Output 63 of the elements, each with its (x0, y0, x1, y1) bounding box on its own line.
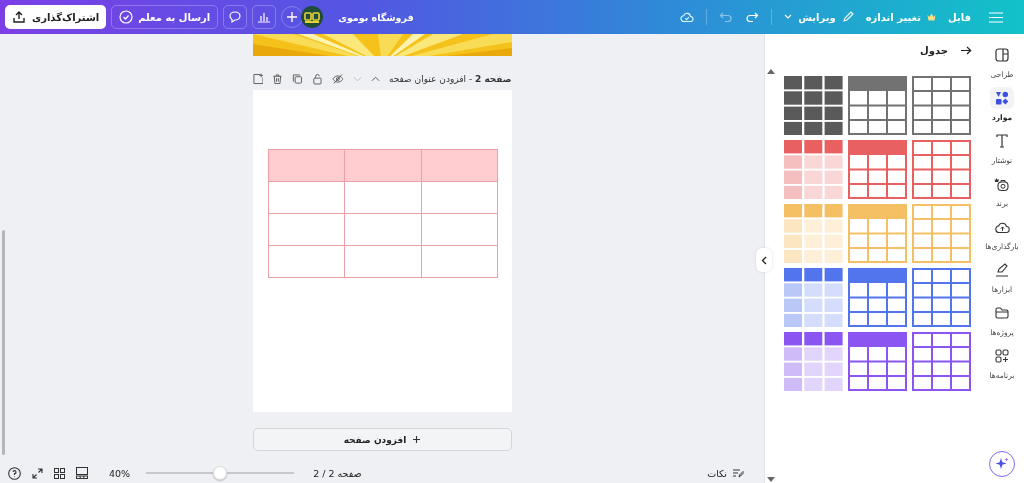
comment-button[interactable] (223, 5, 248, 29)
page-title[interactable]: صفحه 2 - افزودن عنوان صفحه (388, 74, 512, 84)
insights-button[interactable] (252, 5, 277, 29)
caret-icon (784, 14, 793, 20)
pencil-icon (841, 11, 854, 23)
notes-button[interactable]: نکات (707, 467, 744, 479)
table-template[interactable] (784, 140, 843, 199)
menu-icon[interactable] (989, 11, 1003, 23)
cloud-upload-icon (994, 220, 1010, 234)
page-count: صفحه 2 / 2 (313, 467, 362, 479)
table-template[interactable] (912, 332, 971, 391)
table-template[interactable] (784, 76, 843, 135)
crown-icon (927, 13, 936, 21)
add-page-icon[interactable] (252, 73, 264, 85)
speech-bubble-icon (228, 10, 243, 24)
layout-icon (995, 48, 1009, 62)
chevron-left-icon (761, 255, 767, 265)
back-arrow-icon[interactable] (961, 45, 972, 55)
folder-icon (995, 307, 1009, 319)
panel-title: جدول (920, 44, 948, 56)
table-drawing[interactable] (267, 149, 498, 278)
apps-icon (995, 349, 1009, 363)
table-template[interactable] (848, 268, 907, 327)
magic-assistant-button[interactable] (989, 451, 1015, 477)
redo-icon[interactable] (745, 11, 760, 23)
lock-icon[interactable] (312, 73, 323, 85)
fullscreen-icon[interactable] (32, 467, 43, 479)
table-template[interactable] (912, 268, 971, 327)
check-circle-icon (119, 10, 134, 24)
shapes-icon (995, 91, 1009, 105)
send-to-teacher-button[interactable]: ارسال به معلم (111, 5, 219, 29)
help-icon[interactable] (8, 466, 21, 480)
scroll-up-icon[interactable] (767, 69, 775, 74)
zoom-slider-thumb[interactable] (213, 466, 228, 480)
plus-icon (413, 436, 421, 443)
pen-icon (995, 263, 1009, 277)
table-template[interactable] (784, 268, 843, 327)
table-template[interactable] (848, 76, 907, 135)
add-page-button[interactable]: افزودن صفحه (252, 428, 512, 451)
plus-icon (287, 12, 298, 22)
store-name: فروشگاه بوموی (338, 11, 414, 23)
scroll-down-icon[interactable] (767, 477, 775, 482)
store-avatar[interactable] (301, 6, 324, 28)
hide-icon[interactable] (332, 73, 344, 85)
table-template[interactable] (784, 332, 843, 391)
grid-view-icon[interactable] (54, 467, 65, 479)
duplicate-icon[interactable] (292, 73, 304, 85)
bar-chart-icon (257, 10, 272, 24)
table-template[interactable] (912, 76, 971, 135)
brand-icon (994, 176, 1010, 192)
table-template[interactable] (848, 332, 907, 391)
collapse-panel-button[interactable] (756, 248, 772, 272)
chevron-up-icon[interactable] (370, 75, 380, 83)
table-template[interactable] (912, 140, 971, 199)
table-template[interactable] (848, 140, 907, 199)
zoom-percentage: 40% (109, 467, 131, 479)
share-button[interactable]: اشتراک‌گذاری (5, 5, 107, 29)
cloud-saved-icon (680, 11, 695, 23)
text-icon (996, 134, 1008, 148)
page-view-icon[interactable] (76, 467, 88, 479)
upload-icon (12, 10, 26, 24)
trash-icon[interactable] (272, 73, 284, 85)
notes-icon (732, 467, 744, 479)
